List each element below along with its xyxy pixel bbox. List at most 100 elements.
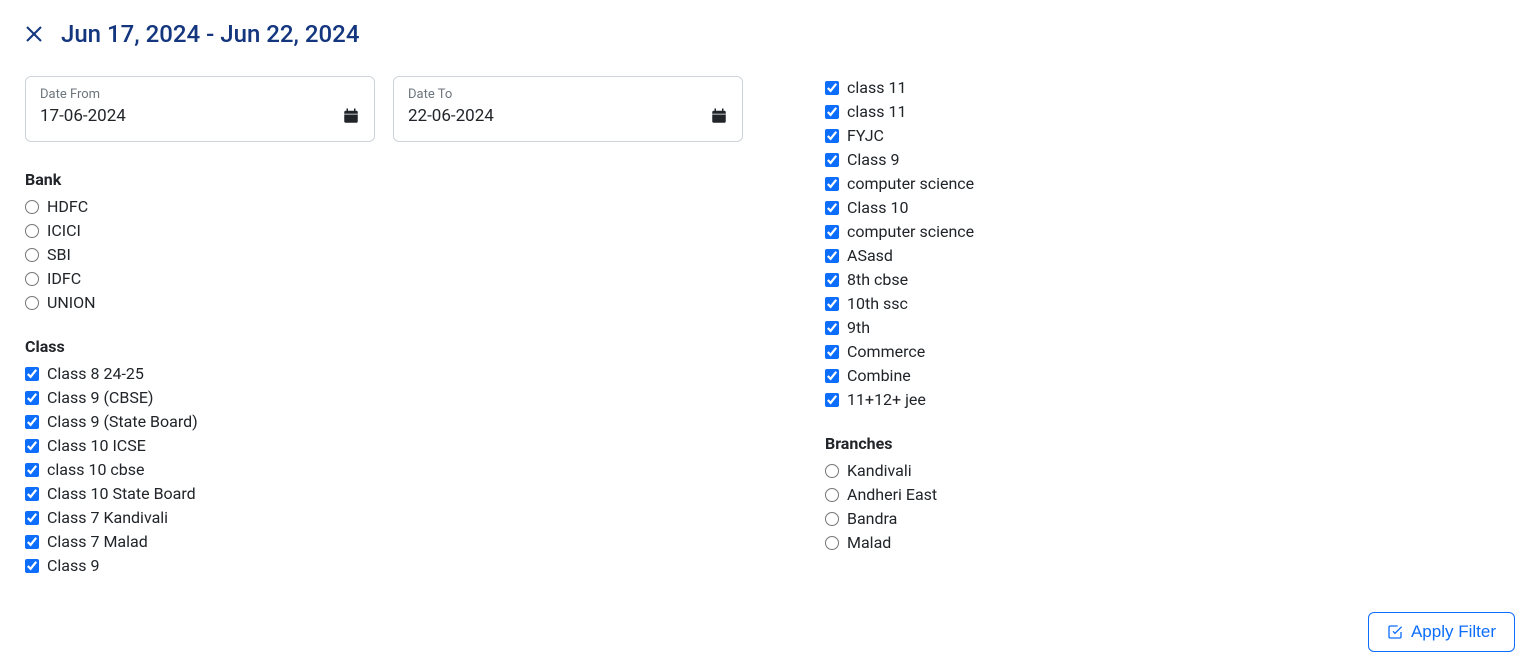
option-label: computer science bbox=[847, 220, 974, 244]
option-row: UNION bbox=[25, 291, 765, 315]
option-label: Class 9 bbox=[47, 554, 99, 578]
radio-input[interactable] bbox=[25, 272, 39, 286]
checkbox-input[interactable] bbox=[25, 439, 39, 453]
option-label: Malad bbox=[847, 531, 891, 555]
checkbox-input[interactable] bbox=[825, 297, 839, 311]
option-row: Class 8 24-25 bbox=[25, 362, 765, 386]
option-label: 9th bbox=[847, 316, 870, 340]
option-row: ASasd bbox=[825, 244, 1515, 268]
option-label: IDFC bbox=[47, 267, 81, 291]
date-from-label: Date From bbox=[40, 87, 360, 102]
checkbox-input[interactable] bbox=[825, 273, 839, 287]
checkbox-input[interactable] bbox=[825, 345, 839, 359]
option-label: Class 7 Kandivali bbox=[47, 506, 168, 530]
option-row: ICICI bbox=[25, 219, 765, 243]
date-from-field[interactable]: Date From 17-06-2024 bbox=[25, 76, 375, 142]
option-label: class 10 cbse bbox=[47, 458, 145, 482]
option-row: Commerce bbox=[825, 340, 1515, 364]
checkbox-input[interactable] bbox=[25, 511, 39, 525]
option-label: SBI bbox=[47, 243, 71, 267]
checkbox-input[interactable] bbox=[825, 105, 839, 119]
option-row: Class 9 bbox=[25, 554, 765, 578]
option-row: Malad bbox=[825, 531, 1515, 555]
option-label: Kandivali bbox=[847, 459, 912, 483]
option-label: Commerce bbox=[847, 340, 925, 364]
option-label: Class 9 (State Board) bbox=[47, 410, 198, 434]
option-label: 10th ssc bbox=[847, 292, 908, 316]
option-label: class 11 bbox=[847, 100, 906, 124]
option-row: 10th ssc bbox=[825, 292, 1515, 316]
checkbox-input[interactable] bbox=[825, 225, 839, 239]
checkbox-input[interactable] bbox=[25, 391, 39, 405]
checkbox-input[interactable] bbox=[25, 367, 39, 381]
radio-input[interactable] bbox=[825, 512, 839, 526]
left-column: Date From 17-06-2024 Date To 22-06-2024 bbox=[25, 76, 765, 600]
checkbox-input[interactable] bbox=[25, 415, 39, 429]
radio-input[interactable] bbox=[25, 296, 39, 310]
class-options-left: Class 8 24-25Class 9 (CBSE)Class 9 (Stat… bbox=[25, 362, 765, 578]
option-label: class 11 bbox=[847, 76, 906, 100]
date-from-value: 17-06-2024 bbox=[40, 106, 126, 126]
class-heading: Class bbox=[25, 337, 765, 356]
option-row: FYJC bbox=[825, 124, 1515, 148]
calendar-icon[interactable] bbox=[342, 107, 360, 125]
option-label: ASasd bbox=[847, 244, 893, 268]
filter-body: Date From 17-06-2024 Date To 22-06-2024 bbox=[25, 76, 1515, 600]
checkbox-input[interactable] bbox=[25, 535, 39, 549]
radio-input[interactable] bbox=[25, 248, 39, 262]
option-label: Class 9 bbox=[847, 148, 899, 172]
option-row: 11+12+ jee bbox=[825, 388, 1515, 412]
checkbox-input[interactable] bbox=[825, 201, 839, 215]
option-label: ICICI bbox=[47, 219, 81, 243]
radio-input[interactable] bbox=[825, 488, 839, 502]
checkbox-input[interactable] bbox=[825, 369, 839, 383]
option-row: computer science bbox=[825, 220, 1515, 244]
radio-input[interactable] bbox=[25, 200, 39, 214]
calendar-icon[interactable] bbox=[710, 107, 728, 125]
radio-input[interactable] bbox=[825, 464, 839, 478]
checkbox-input[interactable] bbox=[825, 249, 839, 263]
option-row: Andheri East bbox=[825, 483, 1515, 507]
option-label: computer science bbox=[847, 172, 974, 196]
checkbox-input[interactable] bbox=[825, 153, 839, 167]
option-row: Combine bbox=[825, 364, 1515, 388]
checkbox-input[interactable] bbox=[25, 463, 39, 477]
option-label: HDFC bbox=[47, 195, 88, 219]
checkbox-input[interactable] bbox=[825, 393, 839, 407]
close-icon[interactable] bbox=[25, 25, 43, 43]
radio-input[interactable] bbox=[25, 224, 39, 238]
option-row: Class 9 (State Board) bbox=[25, 410, 765, 434]
option-row: Class 7 Kandivali bbox=[25, 506, 765, 530]
checkbox-input[interactable] bbox=[825, 177, 839, 191]
class-options-right: class 11class 11FYJCClass 9computer scie… bbox=[825, 76, 1515, 412]
bank-options: HDFCICICISBIIDFCUNION bbox=[25, 195, 765, 315]
checkbox-input[interactable] bbox=[25, 487, 39, 501]
date-to-field[interactable]: Date To 22-06-2024 bbox=[393, 76, 743, 142]
option-row: 9th bbox=[825, 316, 1515, 340]
option-label: Class 10 bbox=[847, 196, 908, 220]
option-row: class 11 bbox=[825, 76, 1515, 100]
option-row: Bandra bbox=[825, 507, 1515, 531]
branches-heading: Branches bbox=[825, 434, 1515, 453]
option-label: FYJC bbox=[847, 124, 884, 148]
checkbox-input[interactable] bbox=[825, 321, 839, 335]
option-label: 8th cbse bbox=[847, 268, 908, 292]
checkbox-input[interactable] bbox=[825, 129, 839, 143]
radio-input[interactable] bbox=[825, 536, 839, 550]
right-column: class 11class 11FYJCClass 9computer scie… bbox=[825, 76, 1515, 600]
checkbox-input[interactable] bbox=[825, 81, 839, 95]
option-label: Class 9 (CBSE) bbox=[47, 386, 153, 410]
checkbox-input[interactable] bbox=[25, 559, 39, 573]
apply-filter-button[interactable]: Apply Filter bbox=[1368, 612, 1515, 652]
option-row: SBI bbox=[25, 243, 765, 267]
option-row: HDFC bbox=[25, 195, 765, 219]
option-row: class 11 bbox=[825, 100, 1515, 124]
option-label: UNION bbox=[47, 291, 96, 315]
option-label: 11+12+ jee bbox=[847, 388, 926, 412]
option-row: 8th cbse bbox=[825, 268, 1515, 292]
apply-filter-label: Apply Filter bbox=[1411, 622, 1496, 642]
option-row: Class 9 (CBSE) bbox=[25, 386, 765, 410]
date-range-title: Jun 17, 2024 - Jun 22, 2024 bbox=[61, 20, 359, 48]
option-row: Class 10 bbox=[825, 196, 1515, 220]
option-label: Bandra bbox=[847, 507, 897, 531]
